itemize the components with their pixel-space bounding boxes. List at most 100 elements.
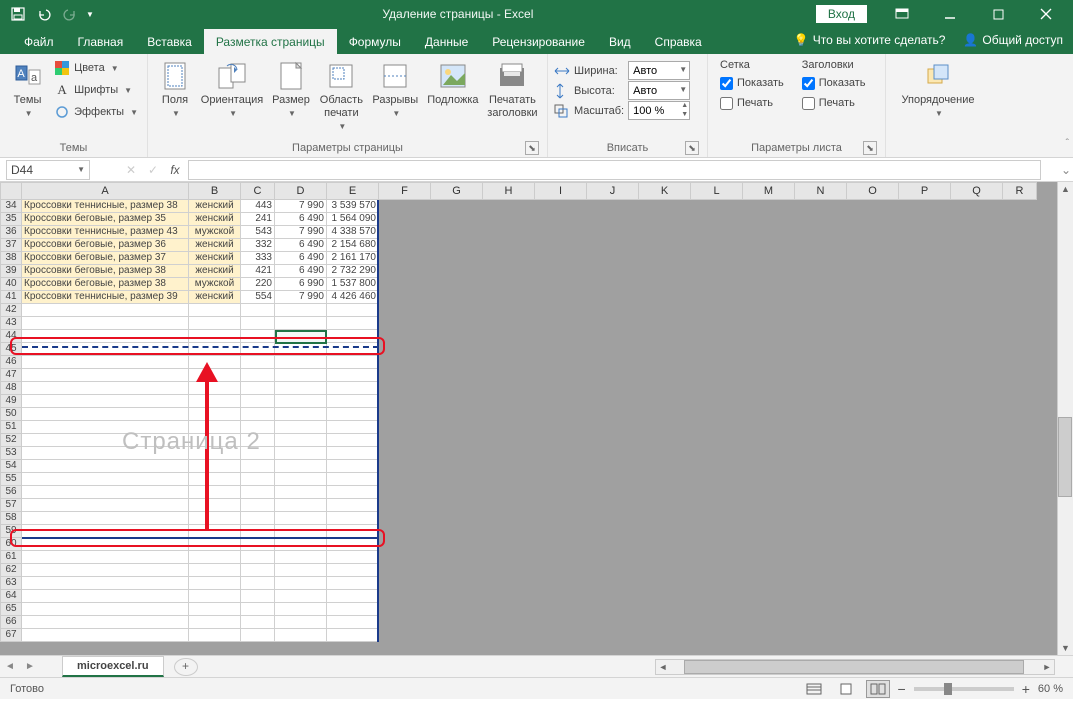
cell[interactable]: 6 490 <box>275 213 327 226</box>
cell[interactable] <box>189 460 241 473</box>
row-header[interactable]: 57 <box>0 499 22 512</box>
col-header-H[interactable]: H <box>483 182 535 200</box>
name-box[interactable]: D44▼ <box>6 160 90 180</box>
sheetopts-launcher[interactable]: ⬊ <box>863 141 877 155</box>
row-header[interactable]: 49 <box>0 395 22 408</box>
themes-button[interactable]: Aa Темы▼ <box>6 57 49 123</box>
cell[interactable]: 7 990 <box>275 200 327 213</box>
cell[interactable] <box>327 525 379 538</box>
row-header[interactable]: 35 <box>0 213 22 226</box>
cell[interactable] <box>327 330 379 343</box>
cell[interactable] <box>22 512 189 525</box>
row-header[interactable]: 40 <box>0 278 22 291</box>
cell[interactable] <box>189 421 241 434</box>
cell[interactable] <box>189 330 241 343</box>
normal-view-button[interactable] <box>802 680 826 698</box>
cell[interactable] <box>275 395 327 408</box>
cell[interactable] <box>241 408 275 421</box>
tab-главная[interactable]: Главная <box>66 29 136 54</box>
cell[interactable]: 1 537 800 <box>327 278 379 291</box>
cell[interactable] <box>189 395 241 408</box>
cell[interactable] <box>275 356 327 369</box>
row-header[interactable]: 38 <box>0 252 22 265</box>
zoom-in-button[interactable]: + <box>1022 681 1030 697</box>
pagesetup-launcher[interactable]: ⬊ <box>525 141 539 155</box>
cell[interactable] <box>241 486 275 499</box>
redo-button[interactable] <box>58 2 82 26</box>
cell[interactable] <box>327 616 379 629</box>
cell[interactable] <box>241 616 275 629</box>
cell[interactable] <box>275 551 327 564</box>
cancel-fx-button[interactable]: ✕ <box>120 160 142 180</box>
cell[interactable] <box>189 304 241 317</box>
cell[interactable] <box>22 382 189 395</box>
cell[interactable] <box>327 473 379 486</box>
tab-разметка страницы[interactable]: Разметка страницы <box>204 29 337 54</box>
cell[interactable] <box>22 577 189 590</box>
cell[interactable]: 6 490 <box>275 239 327 252</box>
cell[interactable] <box>22 551 189 564</box>
prev-sheet-button[interactable]: ◄ <box>0 661 20 672</box>
cell[interactable] <box>241 395 275 408</box>
headings-view-check[interactable]: Показать <box>802 73 866 93</box>
cell[interactable] <box>275 382 327 395</box>
row-header[interactable]: 42 <box>0 304 22 317</box>
gridlines-print-check[interactable]: Печать <box>720 93 784 113</box>
cell[interactable] <box>327 629 379 642</box>
col-header-P[interactable]: P <box>899 182 951 200</box>
cell[interactable]: Кроссовки беговые, размер 37 <box>22 252 189 265</box>
cell[interactable]: женский <box>189 239 241 252</box>
cell[interactable] <box>189 408 241 421</box>
cell[interactable] <box>327 538 379 551</box>
cell[interactable] <box>241 317 275 330</box>
row-header[interactable]: 45 <box>0 343 22 356</box>
cell[interactable] <box>275 408 327 421</box>
row-header[interactable]: 59 <box>0 525 22 538</box>
col-header-K[interactable]: K <box>639 182 691 200</box>
tab-вид[interactable]: Вид <box>597 29 643 54</box>
add-sheet-button[interactable]: + <box>174 658 198 676</box>
save-button[interactable] <box>6 2 30 26</box>
cell[interactable]: Кроссовки теннисные, размер 38 <box>22 200 189 213</box>
row-header[interactable]: 65 <box>0 603 22 616</box>
cell[interactable] <box>189 343 241 356</box>
cell[interactable] <box>241 603 275 616</box>
cell[interactable] <box>241 473 275 486</box>
col-header-O[interactable]: O <box>847 182 899 200</box>
col-header-Q[interactable]: Q <box>951 182 1003 200</box>
login-button[interactable]: Вход <box>816 5 867 23</box>
cell[interactable]: 4 426 460 <box>327 291 379 304</box>
cell[interactable] <box>22 317 189 330</box>
cell[interactable] <box>275 434 327 447</box>
cell[interactable] <box>241 525 275 538</box>
cell[interactable] <box>189 525 241 538</box>
col-header-R[interactable]: R <box>1003 182 1037 200</box>
cell[interactable]: 2 161 170 <box>327 252 379 265</box>
cell[interactable] <box>327 499 379 512</box>
col-header-A[interactable]: A <box>22 182 189 200</box>
row-header[interactable]: 63 <box>0 577 22 590</box>
cell[interactable] <box>189 473 241 486</box>
zoom-value[interactable]: 60 % <box>1038 683 1063 695</box>
cell[interactable]: 333 <box>241 252 275 265</box>
cell[interactable] <box>241 538 275 551</box>
col-header-G[interactable]: G <box>431 182 483 200</box>
tab-файл[interactable]: Файл <box>12 29 66 54</box>
cell[interactable] <box>275 616 327 629</box>
row-header[interactable]: 41 <box>0 291 22 304</box>
row-header[interactable]: 61 <box>0 551 22 564</box>
formula-bar[interactable] <box>188 160 1041 180</box>
colors-button[interactable]: Цвета▼ <box>51 57 141 79</box>
cell[interactable] <box>22 434 189 447</box>
cell[interactable]: мужской <box>189 226 241 239</box>
cell[interactable]: 4 338 570 <box>327 226 379 239</box>
cell[interactable]: 421 <box>241 265 275 278</box>
cell[interactable] <box>241 460 275 473</box>
cell[interactable] <box>275 603 327 616</box>
cell[interactable] <box>275 499 327 512</box>
cell[interactable] <box>275 525 327 538</box>
row-header[interactable]: 64 <box>0 590 22 603</box>
cell[interactable] <box>241 434 275 447</box>
cell[interactable]: Кроссовки беговые, размер 38 <box>22 278 189 291</box>
cell[interactable]: 2 732 290 <box>327 265 379 278</box>
